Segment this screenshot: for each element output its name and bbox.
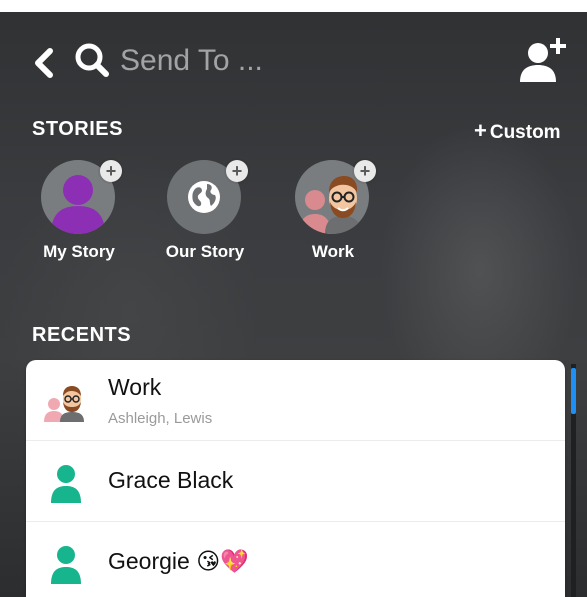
header	[0, 12, 587, 107]
story-label: Work	[311, 242, 355, 261]
stories-section-title: STORIES	[32, 118, 123, 140]
add-friend-button[interactable]	[518, 36, 568, 84]
story-label: My Story	[43, 242, 115, 261]
recents-section-title: RECENTS	[32, 324, 132, 346]
plus-icon: +	[474, 118, 487, 143]
bitmoji-avatar-icon	[44, 386, 84, 422]
list-item[interactable]: Georgie 😘💖	[26, 522, 565, 597]
avatar	[44, 378, 88, 422]
search-input[interactable]	[118, 40, 442, 82]
avatar	[44, 540, 88, 584]
story-my-story[interactable]: + My Story	[24, 160, 134, 270]
story-label: Our Story	[165, 242, 245, 261]
custom-story-label: Custom	[489, 122, 561, 143]
search-icon[interactable]	[74, 42, 110, 78]
list-item[interactable]: Work Ashleigh, Lewis	[26, 360, 565, 441]
add-story-badge[interactable]: +	[100, 160, 122, 182]
person-silhouette-icon	[51, 546, 81, 584]
list-item[interactable]: Grace Black	[26, 441, 565, 522]
avatar	[44, 459, 88, 503]
recents-list: Work Ashleigh, Lewis Grace Black Georgie…	[26, 360, 565, 597]
chevron-left-icon	[35, 48, 53, 78]
back-button[interactable]	[32, 45, 56, 81]
person-silhouette-icon	[51, 465, 81, 503]
contact-name: Work	[108, 374, 162, 400]
custom-story-button[interactable]: + Custom	[474, 118, 561, 144]
story-our-story[interactable]: + Our Story	[150, 160, 260, 270]
add-story-badge[interactable]: +	[354, 160, 376, 182]
send-to-screen: STORIES +Custom + My Story + Our Story	[0, 0, 587, 597]
add-friend-icon	[520, 38, 566, 82]
contact-name: Georgie 😘💖	[108, 548, 249, 574]
add-story-badge[interactable]: +	[226, 160, 248, 182]
contact-name: Grace Black	[108, 467, 234, 493]
scrollbar-thumb[interactable]	[571, 368, 576, 414]
story-work[interactable]: + Work	[278, 160, 388, 270]
status-strip	[0, 0, 587, 12]
contact-subtitle: Ashleigh, Lewis	[108, 410, 213, 427]
